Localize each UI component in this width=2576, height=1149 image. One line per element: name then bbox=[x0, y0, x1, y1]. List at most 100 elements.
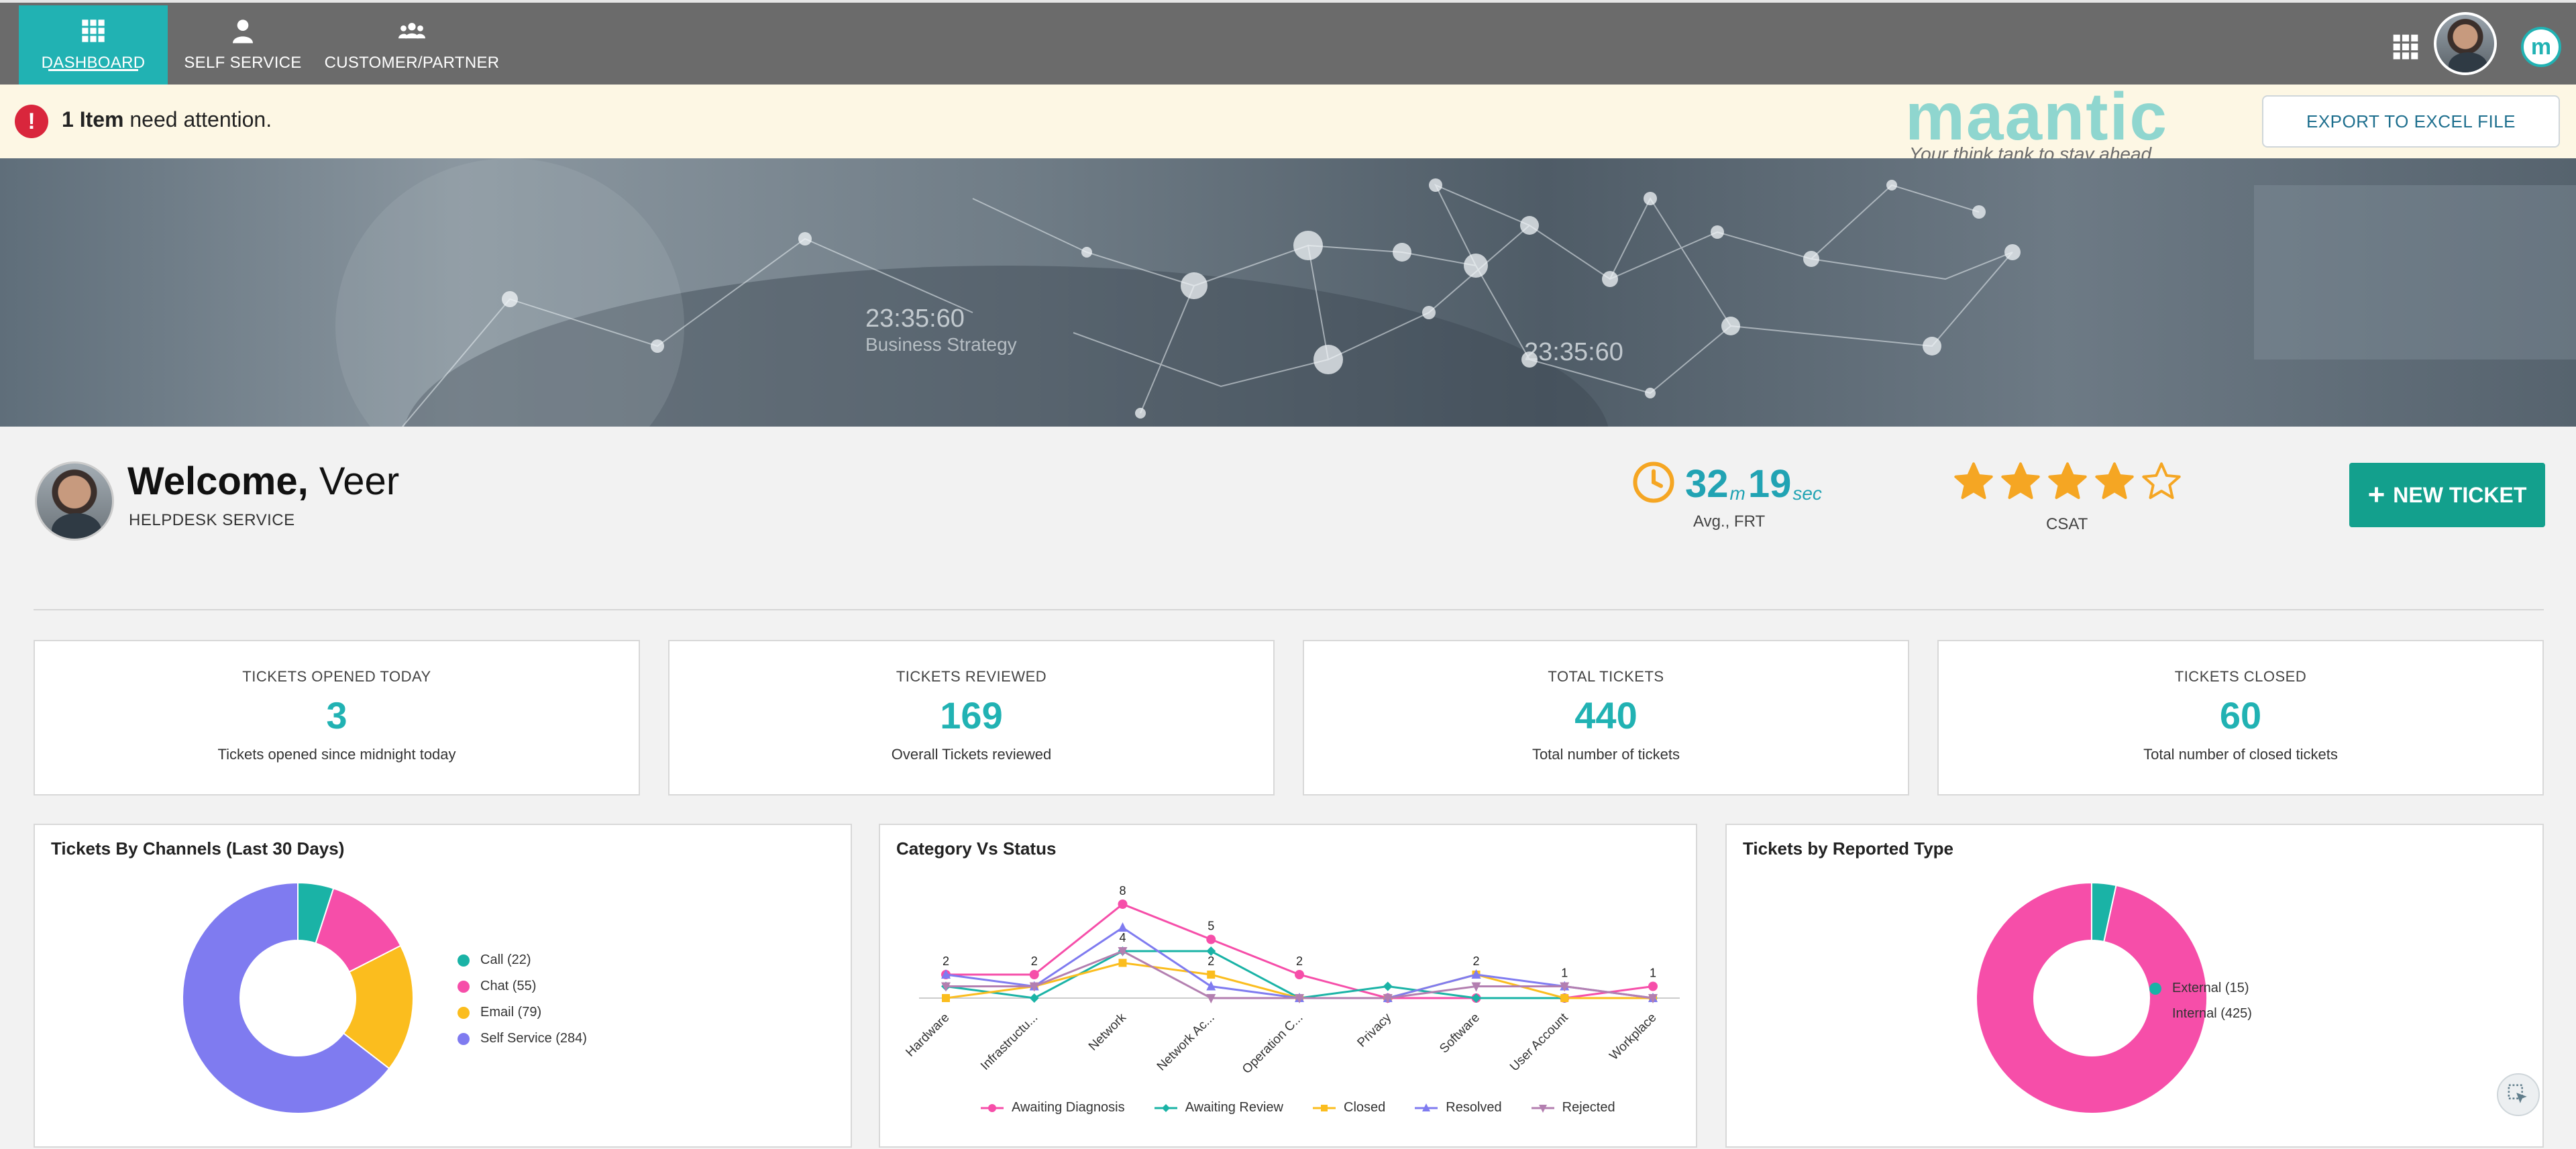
legend-label: Closed bbox=[1344, 1100, 1386, 1115]
series-1-point[interactable] bbox=[1029, 993, 1039, 1003]
cursor-select-icon bbox=[2508, 1084, 2527, 1103]
stat-card-reviewed[interactable]: TICKETS REVIEWED 169 Overall Tickets rev… bbox=[668, 640, 1275, 796]
series-2-point[interactable] bbox=[1118, 959, 1127, 967]
plus-icon: + bbox=[2367, 478, 2385, 511]
attention-text: need attention. bbox=[123, 107, 272, 131]
series-0-point[interactable] bbox=[1029, 970, 1039, 979]
brand-m-icon[interactable]: m bbox=[2521, 27, 2561, 67]
legend-swatch bbox=[2149, 1007, 2161, 1020]
series-0-point[interactable] bbox=[1118, 899, 1128, 909]
frt-minutes-unit: m bbox=[1729, 483, 1746, 504]
channels-legend-item[interactable]: Chat (55) bbox=[458, 979, 536, 994]
data-label: 2 bbox=[1208, 954, 1214, 968]
stat-label: TICKETS CLOSED bbox=[2174, 668, 2307, 685]
stat-value: 440 bbox=[1574, 694, 1638, 736]
series-2-point[interactable] bbox=[942, 994, 950, 1002]
banner-subtitle-1: Business Strategy bbox=[865, 334, 1017, 355]
series-2-point[interactable] bbox=[1207, 971, 1216, 979]
profile-avatar[interactable] bbox=[35, 461, 114, 541]
star-filled-icon bbox=[2095, 462, 2134, 499]
legend-label: Awaiting Diagnosis bbox=[1012, 1100, 1125, 1115]
nav-tab-customer-partner[interactable]: CUSTOMER/PARTNER bbox=[321, 5, 503, 85]
series-1-point[interactable] bbox=[1383, 981, 1393, 991]
data-label: 8 bbox=[1119, 884, 1126, 897]
hero-banner: 23:35:60 Business Strategy 23:35:60 bbox=[0, 158, 2576, 427]
stat-card-closed[interactable]: TICKETS CLOSED 60 Total number of closed… bbox=[1937, 640, 2544, 796]
legend-swatch bbox=[1313, 1104, 1336, 1111]
welcome-user-name: Veer bbox=[308, 459, 400, 503]
nav-tab-dashboard[interactable]: DASHBOARD bbox=[19, 5, 168, 85]
nav-tab-customer-partner-label: CUSTOMER/PARTNER bbox=[324, 54, 500, 72]
data-label: 2 bbox=[1031, 954, 1038, 968]
x-tick-label: Operation C... bbox=[1240, 1011, 1305, 1077]
alert-icon: ! bbox=[15, 105, 48, 138]
legend-label: Chat (55) bbox=[480, 979, 537, 993]
legend-label: External (15) bbox=[2172, 981, 2249, 995]
series-2-point[interactable] bbox=[1560, 994, 1569, 1002]
series-3-point[interactable] bbox=[1206, 981, 1216, 991]
legend-swatch bbox=[458, 1006, 470, 1019]
channels-legend-item[interactable]: Email (79) bbox=[458, 1005, 541, 1020]
legend-label: Rejected bbox=[1562, 1100, 1615, 1115]
reported-type-legend-item[interactable]: External (15) bbox=[2149, 981, 2249, 996]
data-label: 2 bbox=[943, 954, 949, 968]
stat-value: 169 bbox=[940, 694, 1003, 736]
legend-label: Resolved bbox=[1446, 1100, 1502, 1115]
x-tick-label: Network bbox=[1086, 1010, 1129, 1053]
channels-legend-item[interactable]: Call (22) bbox=[458, 952, 531, 968]
line-legend-item[interactable]: Awaiting Diagnosis bbox=[981, 1100, 1125, 1115]
csat-stars bbox=[1952, 460, 2183, 503]
user-icon bbox=[233, 19, 253, 44]
stat-card-opened-today[interactable]: TICKETS OPENED TODAY 3 Tickets opened si… bbox=[34, 640, 640, 796]
export-excel-button[interactable]: EXPORT TO EXCEL FILE bbox=[2262, 95, 2560, 148]
legend-swatch bbox=[1154, 1103, 1177, 1112]
series-0-point[interactable] bbox=[1648, 981, 1658, 991]
legend-label: Awaiting Review bbox=[1185, 1100, 1283, 1115]
series-3-point[interactable] bbox=[1118, 922, 1128, 932]
x-tick-label: Privacy bbox=[1354, 1010, 1394, 1050]
x-tick-label: Network Ac... bbox=[1155, 1011, 1218, 1074]
channels-legend-item[interactable]: Self Service (284) bbox=[458, 1031, 587, 1046]
star-filled-icon bbox=[2001, 462, 2040, 499]
cursor-assist-button[interactable] bbox=[2497, 1073, 2540, 1116]
channels-donut-chart bbox=[182, 881, 414, 1114]
legend-label: Self Service (284) bbox=[480, 1031, 587, 1046]
legend-swatch bbox=[458, 980, 470, 993]
line-legend-item[interactable]: Rejected bbox=[1531, 1100, 1615, 1115]
reported-type-donut-chart bbox=[1976, 881, 2208, 1114]
user-avatar[interactable] bbox=[2434, 12, 2497, 75]
legend-label: Email (79) bbox=[480, 1005, 542, 1020]
attention-message[interactable]: 1 Item need attention. bbox=[62, 107, 272, 132]
clock-icon bbox=[1633, 461, 1674, 503]
stat-label: TICKETS REVIEWED bbox=[896, 668, 1047, 685]
users-icon bbox=[398, 23, 425, 39]
csat-label: CSAT bbox=[2046, 515, 2088, 533]
new-ticket-button[interactable]: + NEW TICKET bbox=[2349, 463, 2545, 527]
reported-type-slice-1[interactable] bbox=[1976, 881, 2208, 1114]
line-legend-item[interactable]: Resolved bbox=[1415, 1100, 1502, 1115]
brand-logo: maantic Your think tank to stay ahead bbox=[1905, 83, 2194, 164]
reported-type-legend-item[interactable]: Internal (425) bbox=[2149, 1006, 2252, 1022]
welcome-section: Welcome, Veer HELPDESK SERVICE 32 m 19 s… bbox=[0, 427, 2576, 614]
section-divider bbox=[34, 609, 2544, 610]
active-tab-indicator bbox=[48, 69, 138, 71]
nav-tab-self-service[interactable]: SELF SERVICE bbox=[176, 5, 310, 85]
stat-description: Total number of closed tickets bbox=[2143, 746, 2338, 763]
series-0-point[interactable] bbox=[1295, 970, 1304, 979]
apps-grid-icon[interactable] bbox=[2391, 32, 2420, 62]
banner-time-1: 23:35:60 bbox=[865, 305, 965, 333]
frt-minutes: 32 bbox=[1685, 462, 1729, 506]
line-legend-item[interactable]: Closed bbox=[1313, 1100, 1385, 1115]
stat-card-total[interactable]: TOTAL TICKETS 440 Total number of ticket… bbox=[1303, 640, 1909, 796]
welcome-title: Welcome, Veer bbox=[127, 459, 399, 504]
star-filled-icon bbox=[2048, 462, 2087, 499]
line-legend-item[interactable]: Awaiting Review bbox=[1154, 1100, 1283, 1115]
series-0-point[interactable] bbox=[1206, 934, 1216, 944]
star-filled-icon bbox=[1954, 462, 1993, 499]
stat-description: Total number of tickets bbox=[1532, 746, 1680, 763]
stat-value: 3 bbox=[326, 694, 347, 736]
legend-swatch bbox=[458, 1032, 470, 1045]
data-label: 4 bbox=[1119, 931, 1126, 944]
x-tick-label: Software bbox=[1437, 1011, 1483, 1056]
avg-frt-metric: 32 m 19 sec bbox=[1631, 460, 1825, 504]
